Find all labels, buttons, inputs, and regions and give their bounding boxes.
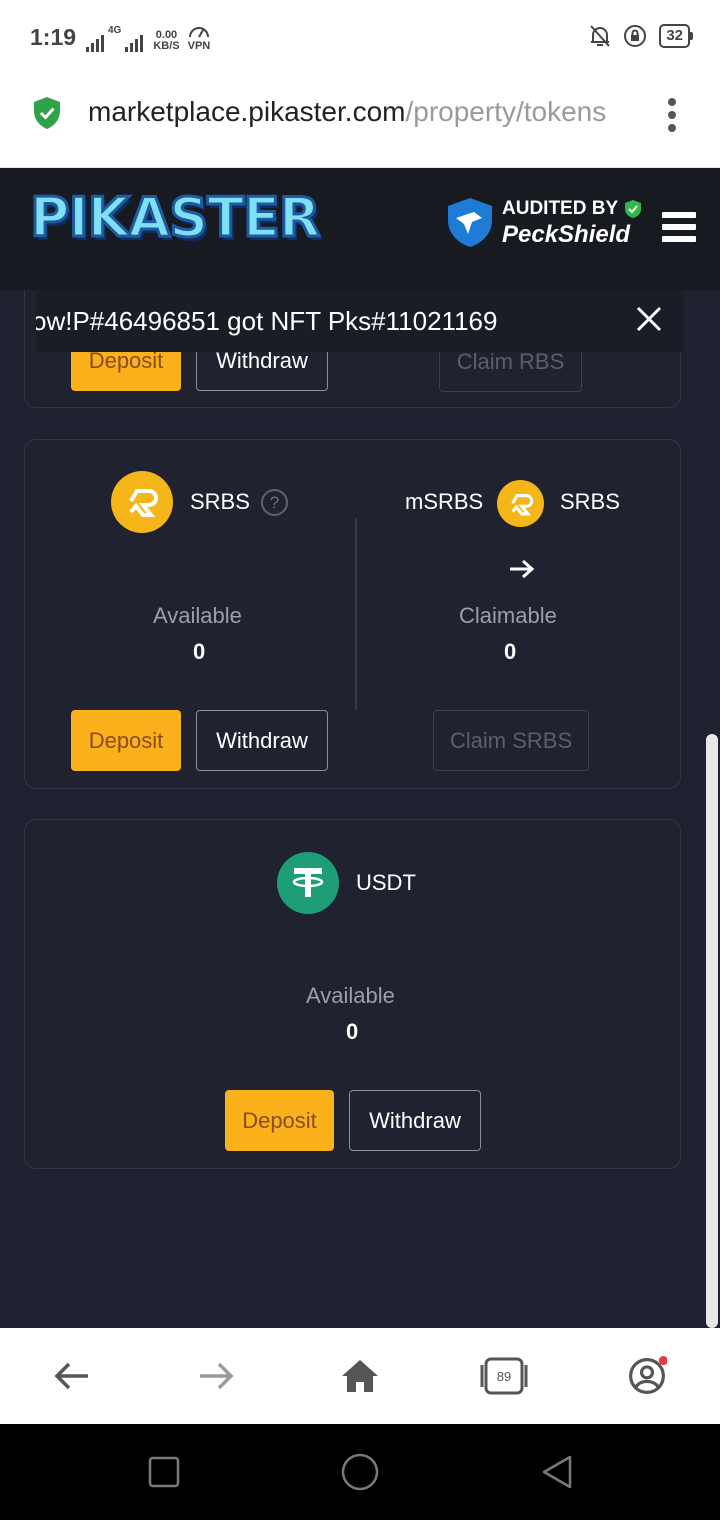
status-bar: 1:19 4G 0.00 KB/S VPN 32	[0, 0, 720, 76]
srbs-coin-icon	[111, 471, 173, 533]
peckshield-logo-icon	[448, 198, 492, 247]
vpn-icon	[188, 27, 209, 38]
bell-off-icon	[590, 25, 611, 47]
nft-toast: ow!P#46496851 got NFT Pks#11021169	[36, 290, 684, 352]
claimable-value: 0	[504, 639, 517, 664]
tokens-content: Deposit Withdraw Claim RBS ow!P#46496851…	[0, 290, 720, 1328]
menu-dots-icon[interactable]	[664, 98, 680, 134]
usdt-coin-icon	[277, 852, 339, 914]
toast-message: ow!P#46496851 got NFT Pks#11021169	[36, 305, 498, 336]
audit-line2: PeckShield	[502, 221, 631, 248]
back-triangle-icon[interactable]	[540, 1454, 574, 1490]
back-button[interactable]	[52, 1356, 92, 1396]
srbs-deposit-button[interactable]: Deposit	[71, 710, 181, 771]
page-scrollbar[interactable]	[706, 734, 718, 1328]
audit-line1: AUDITED BY	[502, 198, 619, 219]
srbs-withdraw-button[interactable]: Withdraw	[196, 710, 328, 771]
srbs-card: SRBS ? mSRBS SRBS Available 0 Claimable …	[24, 439, 681, 789]
usdt-withdraw-button[interactable]: Withdraw	[349, 1090, 481, 1151]
network-speed: 0.00 KB/S	[153, 29, 180, 52]
signal-icon-2	[125, 32, 144, 52]
audit-badge[interactable]: AUDITED BY PeckShield	[446, 196, 642, 248]
back-icon	[54, 1362, 88, 1390]
battery-indicator: 32	[659, 24, 693, 48]
srbs-available-label: Available	[153, 603, 242, 628]
tabs-button[interactable]: 89	[480, 1356, 528, 1396]
conversion-to: SRBS	[560, 489, 620, 514]
url-path: /property/tokens	[405, 96, 607, 127]
arrow-right-icon	[510, 559, 535, 579]
forward-icon	[200, 1362, 234, 1390]
tab-count: 89	[496, 1368, 512, 1384]
url-domain: marketplace.pikaster.com	[88, 96, 406, 127]
network-type: 4G	[108, 25, 122, 36]
verified-shield-icon	[625, 200, 642, 218]
hamburger-icon[interactable]	[662, 212, 696, 244]
logo-text: PIKASTER	[29, 185, 323, 251]
site-header: PIKASTER AUDITED BY PeckShield	[0, 168, 720, 290]
shield-check-icon[interactable]	[32, 96, 62, 130]
close-icon[interactable]	[634, 304, 664, 334]
status-right: 32	[589, 24, 693, 48]
srbs-coin-small-icon	[497, 480, 544, 527]
pikaster-logo[interactable]: PIKASTER	[29, 185, 323, 251]
profile-button[interactable]	[627, 1356, 667, 1396]
recents-icon[interactable]	[148, 1456, 180, 1488]
usdt-card: USDT Available 0 Deposit Withdraw	[24, 819, 681, 1169]
system-nav-bar	[0, 1424, 720, 1520]
srbs-token-name: SRBS	[190, 489, 250, 514]
help-icon[interactable]: ?	[261, 489, 288, 516]
usdt-available-value: 0	[346, 1019, 359, 1044]
srbs-claim-button[interactable]: Claim SRBS	[433, 710, 589, 771]
conversion-from: mSRBS	[405, 489, 484, 514]
url-field[interactable]: marketplace.pikaster.com/property/tokens	[88, 96, 633, 128]
home-icon	[342, 1360, 378, 1392]
status-indicators: 4G 0.00 KB/S VPN	[86, 26, 210, 52]
lock-rotation-icon	[624, 25, 647, 47]
forward-button[interactable]	[196, 1356, 236, 1396]
column-divider	[355, 518, 357, 710]
browser-url-bar: marketplace.pikaster.com/property/tokens	[0, 76, 720, 168]
srbs-available-value: 0	[193, 639, 206, 664]
profile-icon	[629, 1356, 667, 1394]
browser-bottom-nav: 89	[0, 1328, 720, 1424]
usdt-token-name: USDT	[356, 870, 416, 895]
status-time: 1:19	[30, 24, 77, 50]
usdt-deposit-button[interactable]: Deposit	[225, 1090, 334, 1151]
signal-icon	[86, 32, 104, 52]
home-circle-icon[interactable]	[341, 1453, 379, 1491]
vpn-indicator: VPN	[188, 26, 210, 52]
claimable-label: Claimable	[459, 603, 557, 628]
home-button[interactable]	[340, 1356, 380, 1396]
usdt-available-label: Available	[306, 983, 395, 1008]
